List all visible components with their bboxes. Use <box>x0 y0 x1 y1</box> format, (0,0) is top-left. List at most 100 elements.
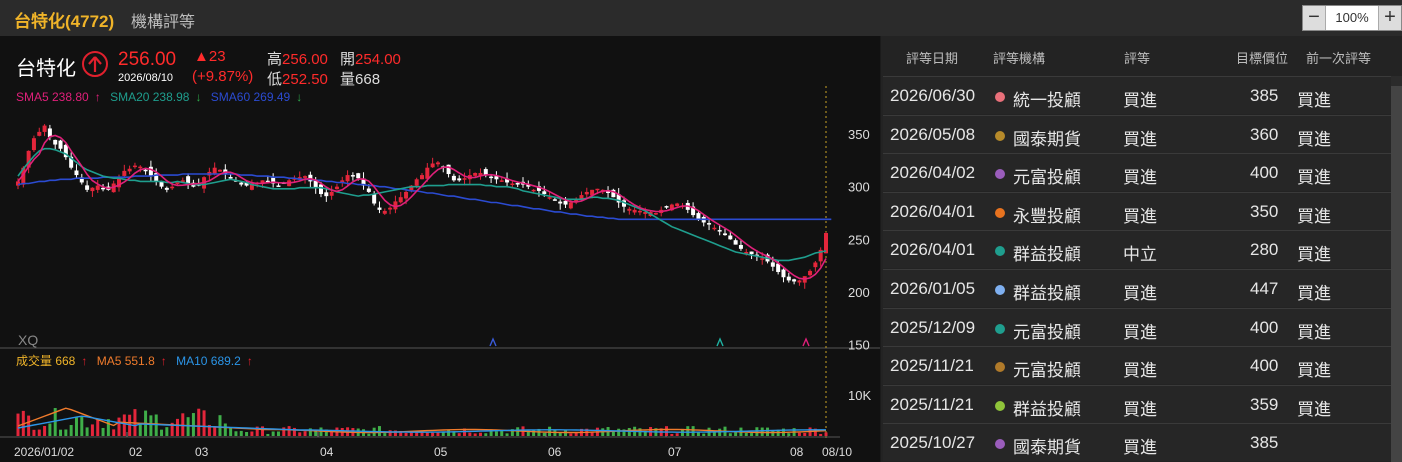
row-date: 2025/11/21 <box>890 394 974 414</box>
row-org: 元富投顧 <box>1013 168 1081 188</box>
row-rating: 買進 <box>1123 399 1157 419</box>
xq-watermark: XQ <box>18 332 39 348</box>
volume-bar <box>74 417 78 436</box>
col-org[interactable]: 評等機構 <box>993 48 1045 67</box>
signal-marker-icon <box>716 337 724 347</box>
candle-body <box>170 186 175 189</box>
x-tick-label: 07 <box>668 445 682 459</box>
open-price: 開254.00 <box>340 51 401 68</box>
candle-body <box>85 185 90 190</box>
row-rating: 買進 <box>1123 361 1157 381</box>
volume-bar <box>117 417 121 436</box>
table-row[interactable]: 2026/04/01 群益投顧 中立 280 買進 <box>883 230 1391 269</box>
volume-bar <box>32 429 36 436</box>
volume-bar <box>431 432 435 436</box>
table-row[interactable]: 2025/10/27 國泰期貨 買進 385 <box>883 423 1391 462</box>
volume-bar <box>750 433 754 436</box>
volume-bar <box>202 410 206 436</box>
up-arrow-icon <box>82 51 108 77</box>
row-org: 群益投顧 <box>1013 284 1081 303</box>
col-date[interactable]: 評等日期 <box>906 48 958 67</box>
candle-body <box>451 175 456 181</box>
candle-body <box>515 182 520 185</box>
row-org: 元富投顧 <box>1013 322 1081 342</box>
col-rating[interactable]: 評等 <box>1124 48 1150 67</box>
vma5-legend: MA5 551.8 ↑ <box>96 354 167 368</box>
volume-bar <box>112 429 116 436</box>
candle-body <box>738 245 743 249</box>
table-row[interactable]: 2026/05/08 國泰期貨 買進 360 買進 <box>883 114 1391 153</box>
candle-body <box>372 194 377 204</box>
x-tick-label: 02 <box>129 445 143 459</box>
candle-body <box>558 201 563 204</box>
window-title: 台特化(4772) <box>14 12 115 31</box>
title-bar: 台特化(4772) 機構評等 − 100% + <box>0 0 1402 36</box>
table-row[interactable]: 2026/06/30 統一投顧 買進 385 買進 <box>883 76 1391 114</box>
y-tick-label: 250 <box>848 232 870 247</box>
candle-body <box>696 213 701 220</box>
volume-bar <box>548 426 552 436</box>
volume-bar <box>64 429 68 436</box>
volume-bar <box>298 432 302 436</box>
candle-body <box>499 180 504 182</box>
row-org: 元富投顧 <box>1013 361 1081 381</box>
volume-bar <box>797 432 801 436</box>
volume-bar <box>734 432 738 436</box>
window-subtitle: 機構評等 <box>131 14 196 31</box>
candle-body <box>148 166 153 177</box>
row-org: 國泰期貨 <box>1013 438 1081 458</box>
volume-bar <box>149 415 153 436</box>
volume-bar <box>383 433 387 436</box>
row-prev: 買進 <box>1297 91 1331 110</box>
volume-bar <box>494 431 498 436</box>
volume-bar <box>803 432 807 436</box>
candle-body <box>377 207 382 210</box>
candle-body <box>568 202 573 209</box>
col-prev[interactable]: 前一次評等 <box>1306 48 1371 67</box>
row-org: 國泰期貨 <box>1013 129 1081 149</box>
table-row[interactable]: 2025/11/21 元富投顧 買進 400 買進 <box>883 346 1391 385</box>
candle-body <box>728 235 733 240</box>
table-row[interactable]: 2025/12/09 元富投顧 買進 400 買進 <box>883 307 1391 346</box>
row-date: 2026/06/30 <box>890 86 976 105</box>
signal-marker-icon <box>802 337 810 347</box>
candle-body <box>563 200 568 205</box>
row-target: 385 <box>1250 86 1279 105</box>
candle-body <box>186 176 191 184</box>
candle-body <box>653 213 658 215</box>
org-color-icon <box>995 439 1005 450</box>
col-target[interactable]: 目標價位 <box>1236 48 1288 67</box>
row-prev: 買進 <box>1297 245 1331 265</box>
candle-body <box>824 233 828 254</box>
zoom-out-button[interactable]: − <box>1303 6 1325 30</box>
row-target: 350 <box>1250 201 1279 221</box>
row-target: 360 <box>1250 124 1279 144</box>
volume-bar <box>388 430 392 436</box>
candle-body <box>382 210 387 214</box>
candle-body <box>345 175 350 182</box>
candle-body <box>707 223 712 225</box>
volume-bar <box>760 427 764 436</box>
volume-bar <box>239 430 243 436</box>
candle-body <box>132 165 137 168</box>
volume-bar <box>48 423 52 436</box>
candle-body <box>542 191 547 195</box>
scrollbar[interactable] <box>1391 86 1402 462</box>
table-row[interactable]: 2025/11/21 群益投顧 買進 359 買進 <box>883 384 1391 423</box>
volume-bar <box>542 432 546 436</box>
zoom-in-button[interactable]: + <box>1379 6 1401 30</box>
org-color-icon <box>995 169 1005 180</box>
volume-bar <box>245 432 249 436</box>
volume-bar <box>569 433 573 436</box>
row-date: 2025/12/09 <box>890 317 976 337</box>
table-row[interactable]: 2026/04/01 永豐投顧 買進 350 買進 <box>883 191 1391 230</box>
candle-body <box>632 209 637 213</box>
row-target: 359 <box>1250 394 1279 414</box>
x-tick-label: 06 <box>548 445 562 459</box>
table-row[interactable]: 2026/04/02 元富投顧 買進 400 買進 <box>883 153 1391 192</box>
volume-bar <box>702 433 706 436</box>
ratings-panel: 評等日期 評等機構 評等 目標價位 前一次評等 2026/06/30 統一投顧 買進… <box>881 36 1402 462</box>
row-target: 400 <box>1250 163 1279 183</box>
table-row[interactable]: 2026/01/05 群益投顧 買進 447 買進 <box>883 269 1391 307</box>
row-prev: 買進 <box>1297 322 1331 342</box>
